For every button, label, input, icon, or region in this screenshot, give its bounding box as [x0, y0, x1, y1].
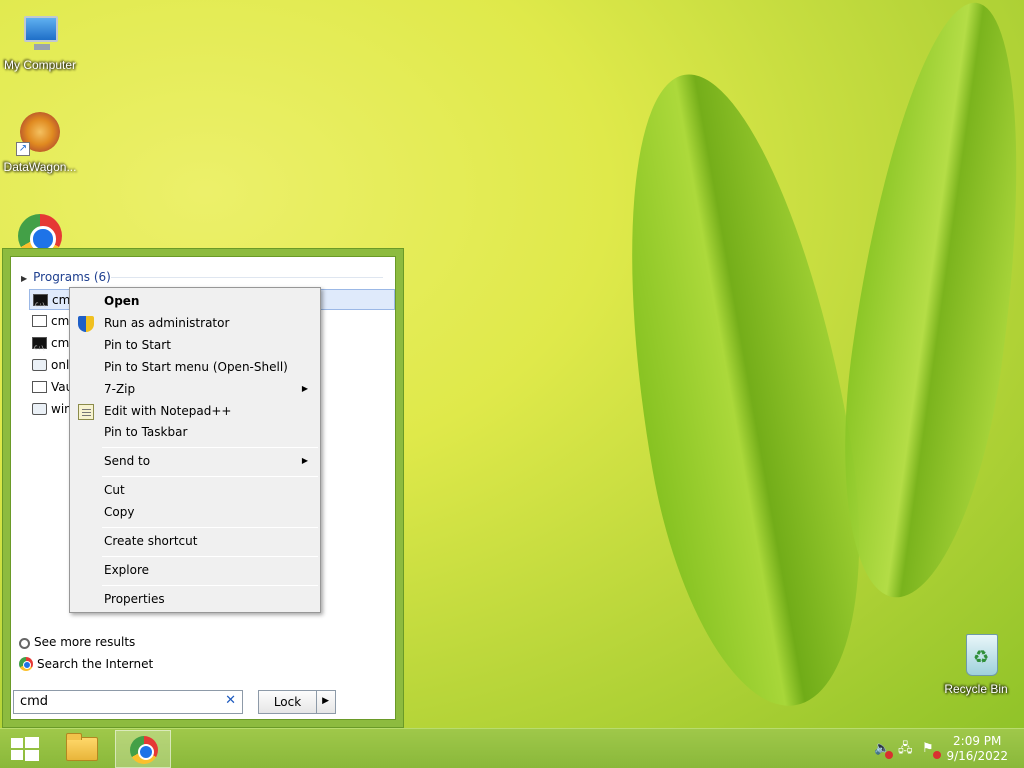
desktop-icon-label: Recycle Bin [944, 682, 1008, 696]
menu-item-open[interactable]: Open [72, 290, 318, 312]
menu-item-label: Run as administrator [104, 316, 230, 330]
menu-item-label: Explore [104, 563, 150, 577]
window-icon [32, 315, 47, 327]
menu-item-label: Open [104, 294, 140, 308]
uac-shield-icon [78, 316, 94, 332]
menu-item-label: 7-Zip [104, 382, 136, 396]
lock-button[interactable]: Lock ▶ [258, 690, 336, 714]
taskbar: 🔈 🖧 ⚑ 2:09 PM 9/16/2022 [0, 728, 1024, 768]
desktop-icon-label: My Computer [3, 58, 77, 72]
menu-item-edit-with-notepad[interactable]: Edit with Notepad++ [72, 400, 318, 422]
search-internet-link[interactable]: Search the Internet [19, 657, 153, 671]
desktop-icon-datawagon[interactable]: ↗ DataWagon... [0, 110, 80, 174]
start-button[interactable] [8, 737, 40, 761]
context-menu: Open Run as administrator Pin to Start P… [69, 287, 321, 613]
menu-item-label: Pin to Start menu (Open-Shell) [104, 360, 288, 374]
menu-item-label: Send to [104, 454, 151, 468]
programs-header-label: Programs (6) [33, 270, 111, 284]
see-more-label: See more results [34, 635, 136, 649]
menu-item-cut[interactable]: Cut [72, 479, 318, 501]
menu-item-properties[interactable]: Properties [72, 588, 318, 610]
menu-separator [102, 585, 318, 586]
search-input-value: cmd [20, 694, 49, 709]
menu-item-label: Pin to Taskbar [104, 425, 188, 439]
menu-separator [102, 447, 318, 448]
menu-item-label: Cut [104, 483, 125, 497]
menu-item-label: Pin to Start [104, 338, 171, 352]
volume-muted-icon[interactable]: 🔈 [874, 742, 893, 759]
menu-separator [102, 527, 318, 528]
cmd-shortcut-icon [32, 337, 47, 359]
programs-header[interactable]: ▶ Programs (6) [21, 270, 111, 284]
expand-triangle-icon: ▶ [21, 274, 28, 283]
chrome-icon [130, 736, 158, 764]
menu-item-pin-to-taskbar[interactable]: Pin to Taskbar [72, 421, 318, 443]
notepad-plus-plus-icon [78, 404, 94, 420]
start-search-input[interactable]: cmd ✕ [13, 690, 243, 714]
menu-item-7zip[interactable]: 7-Zip ▶ [72, 378, 318, 400]
desktop-icon-my-computer[interactable]: My Computer [0, 8, 80, 72]
menu-item-pin-to-start[interactable]: Pin to Start [72, 334, 318, 356]
settings-icon [32, 403, 47, 415]
lock-button-label[interactable]: Lock [259, 691, 317, 713]
submenu-arrow-icon: ▶ [301, 384, 308, 393]
clear-search-icon[interactable]: ✕ [225, 693, 236, 708]
menu-item-create-shortcut[interactable]: Create shortcut [72, 530, 318, 552]
menu-item-label: Edit with Notepad++ [104, 404, 232, 418]
wallpaper-leaf [818, 0, 1024, 608]
see-more-results-link[interactable]: See more results [19, 635, 135, 649]
menu-item-run-as-administrator[interactable]: Run as administrator [72, 312, 318, 334]
menu-item-label: Create shortcut [104, 534, 198, 548]
submenu-arrow-icon: ▶ [301, 456, 308, 465]
menu-separator [102, 556, 318, 557]
clock[interactable]: 2:09 PM 9/16/2022 [946, 734, 1008, 764]
clock-time: 2:09 PM [953, 734, 1002, 748]
desktop-icon-label: DataWagon... [3, 160, 77, 174]
windows-logo-icon [11, 738, 23, 748]
taskbar-file-explorer[interactable] [54, 730, 110, 768]
menu-item-pin-to-start-menu[interactable]: Pin to Start menu (Open-Shell) [72, 356, 318, 378]
menu-item-explore[interactable]: Explore [72, 559, 318, 581]
datawagon-icon: ↗ [16, 110, 64, 158]
desktop-icon-recycle-bin[interactable]: Recycle Bin [936, 632, 1016, 696]
menu-item-label: Copy [104, 505, 135, 519]
recycle-bin-icon [952, 632, 1000, 680]
settings-icon [32, 359, 47, 371]
cmd-icon [33, 294, 48, 316]
chrome-icon [19, 657, 33, 671]
window-icon [32, 381, 47, 393]
menu-item-copy[interactable]: Copy [72, 501, 318, 523]
menu-separator [102, 476, 318, 477]
power-options-arrow-icon[interactable]: ▶ [322, 696, 329, 706]
action-center-alert-icon[interactable]: ⚑ [922, 742, 941, 759]
menu-item-label: Properties [104, 592, 165, 606]
my-computer-icon [16, 8, 64, 56]
menu-item-send-to[interactable]: Send to ▶ [72, 450, 318, 472]
search-internet-label: Search the Internet [37, 657, 154, 671]
search-icon [19, 638, 30, 649]
divider [111, 277, 383, 278]
network-icon[interactable]: 🖧 [898, 742, 914, 756]
taskbar-chrome[interactable] [115, 730, 171, 768]
clock-date: 9/16/2022 [946, 749, 1008, 763]
folder-icon [66, 733, 98, 761]
